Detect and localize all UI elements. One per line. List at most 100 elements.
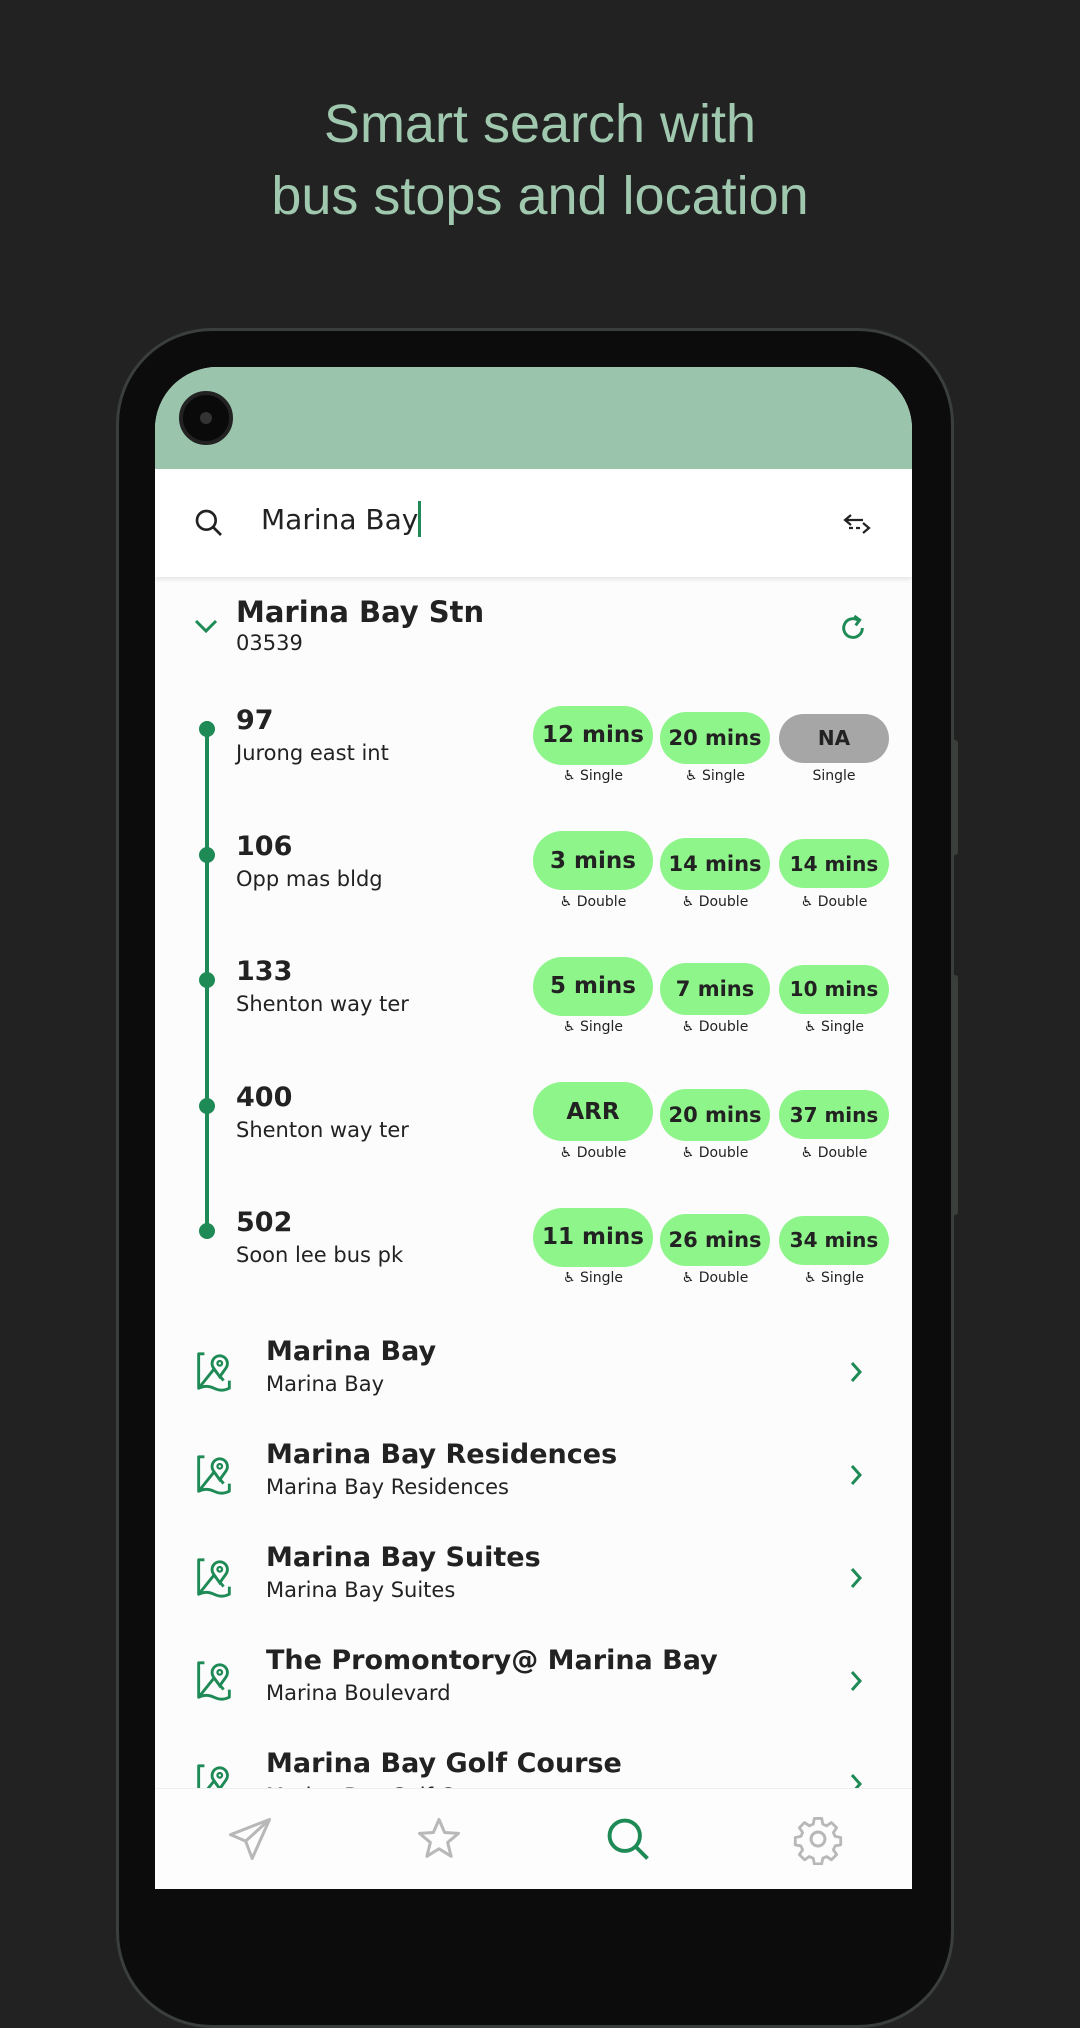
wheelchair-icon: ♿︎	[684, 768, 702, 784]
nav-gear-icon[interactable]	[792, 1813, 844, 1865]
bus-type: Single	[579, 768, 624, 784]
bus-type-label: ♿︎ Single	[533, 1019, 653, 1035]
wheelchair-icon: ♿︎	[562, 1270, 580, 1286]
bus-type-label: ♿︎ Single	[655, 768, 775, 784]
status-bar	[155, 367, 912, 469]
wheelchair-icon: ♿︎	[681, 1144, 699, 1161]
route-dot	[199, 721, 215, 737]
arrival-pill: 7 mins	[660, 963, 770, 1015]
bus-type: Single	[812, 768, 856, 784]
service-row[interactable]: 97 Jurong east int 12 mins ♿︎ Single 20 mi…	[155, 705, 912, 838]
wheelchair-icon: ♿︎	[562, 1019, 580, 1035]
map-pin-icon	[197, 1661, 231, 1701]
text-caret	[418, 501, 422, 537]
bus-type: Single	[820, 1019, 865, 1035]
wheelchair-icon: ♿︎	[562, 768, 580, 784]
bus-type: Double	[698, 1019, 749, 1035]
bus-type: Double	[576, 893, 627, 910]
nav-search-icon[interactable]	[602, 1813, 654, 1865]
volume-button	[952, 740, 958, 855]
search-value: Marina Bay	[261, 503, 419, 536]
search-input[interactable]: Marina Bay	[261, 501, 422, 537]
chevron-down-icon[interactable]	[192, 617, 220, 637]
service-row[interactable]: 502 Soon lee bus pk 11 mins ♿︎ Single 26 m…	[155, 1207, 912, 1340]
arrival-pill: 14 mins	[779, 839, 889, 888]
arrival-pill: 14 mins	[660, 837, 770, 890]
bus-type-label: ♿︎ Double	[533, 1145, 653, 1161]
service-destination: Opp mas bldg	[236, 866, 383, 891]
place-title: Marina Bay Golf Course	[266, 1748, 622, 1779]
nav-star-icon[interactable]	[413, 1813, 465, 1865]
service-row[interactable]: 133 Shenton way ter 5 mins ♿︎ Single 7 min…	[155, 956, 912, 1089]
place-subtitle: Marina Bay	[266, 1372, 385, 1396]
place-title: Marina Bay Residences	[266, 1439, 618, 1470]
place-subtitle: Marina Boulevard	[266, 1681, 451, 1705]
service-number: 502	[236, 1207, 293, 1238]
bus-type-label: Single	[774, 768, 894, 784]
bus-type: Single	[701, 768, 746, 784]
bus-type-label: ♿︎ Double	[655, 894, 775, 910]
wheelchair-icon: ♿︎	[681, 1019, 699, 1035]
place-item[interactable]: Marina Bay Residences Marina Bay Residen…	[155, 1439, 912, 1542]
nav-send-icon[interactable]	[224, 1813, 276, 1865]
power-button	[952, 975, 958, 1215]
bus-type-label: ♿︎ Double	[655, 1145, 775, 1161]
bus-type: Double	[576, 1144, 627, 1161]
bus-type-label: ♿︎ Double	[774, 894, 894, 910]
place-item[interactable]: Marina Bay Suites Marina Bay Suites	[155, 1542, 912, 1645]
chevron-right-icon[interactable]	[847, 1461, 865, 1489]
stop-name: Marina Bay Stn	[236, 595, 485, 629]
wheelchair-icon: ♿︎	[800, 1144, 818, 1161]
arrival-pill: 34 mins	[779, 1215, 889, 1265]
bus-type-label: ♿︎ Single	[774, 1019, 894, 1035]
service-destination: Jurong east int	[236, 741, 389, 765]
service-destination: Shenton way ter	[236, 992, 409, 1016]
service-row[interactable]: 106 Opp mas bldg 3 mins ♿︎ Double 14 mins …	[155, 831, 912, 964]
headline-line-2: bus stops and location	[271, 166, 809, 226]
stop-code: 03539	[236, 631, 303, 655]
chevron-right-icon[interactable]	[847, 1358, 865, 1386]
map-pin-icon	[197, 1455, 231, 1495]
arrival-pill: NA	[779, 713, 889, 763]
service-number: 106	[236, 830, 293, 862]
service-row[interactable]: 400 Shenton way ter ARR ♿︎ Double 20 mins …	[155, 1082, 912, 1215]
wheelchair-icon: ♿︎	[681, 1270, 699, 1286]
arrival-pill: 10 mins	[779, 964, 889, 1014]
route-dot	[199, 972, 215, 988]
bus-type: Double	[817, 893, 868, 910]
app-screen: Marina Bay Marina Bay Stn 03539 97 Juron…	[155, 367, 912, 1889]
place-item[interactable]: The Promontory@ Marina Bay Marina Boulev…	[155, 1645, 912, 1748]
wheelchair-icon: ♿︎	[559, 893, 577, 910]
place-title: Marina Bay Suites	[266, 1542, 541, 1573]
bus-type-label: ♿︎ Double	[774, 1145, 894, 1161]
bus-type: Double	[698, 1270, 749, 1286]
service-number: 97	[236, 705, 274, 736]
service-number: 133	[236, 956, 293, 987]
place-subtitle: Marina Bay Suites	[266, 1578, 456, 1602]
service-destination: Shenton way ter	[236, 1117, 409, 1142]
bus-type-label: ♿︎ Double	[655, 1019, 775, 1035]
chevron-right-icon[interactable]	[847, 1564, 865, 1592]
service-destination: Soon lee bus pk	[236, 1243, 404, 1267]
bus-type: Single	[820, 1270, 865, 1286]
swap-icon[interactable]	[841, 509, 873, 537]
bus-type: Double	[698, 893, 749, 910]
search-bar[interactable]: Marina Bay	[155, 469, 912, 577]
arrival-pill: 20 mins	[660, 712, 770, 764]
bus-type: Single	[579, 1019, 624, 1035]
bus-type-label: ♿︎ Single	[774, 1270, 894, 1286]
bus-type-label: ♿︎ Double	[655, 1270, 775, 1286]
chevron-right-icon[interactable]	[847, 1667, 865, 1695]
refresh-icon[interactable]	[837, 611, 869, 645]
route-dot	[199, 1097, 215, 1114]
search-icon	[195, 509, 222, 536]
wheelchair-icon: ♿︎	[803, 1019, 821, 1035]
headline: Smart search with bus stops and location	[0, 88, 1080, 232]
place-item[interactable]: Marina Bay Marina Bay	[155, 1336, 912, 1439]
place-title: Marina Bay	[266, 1336, 437, 1367]
arrival-pill: 12 mins	[533, 705, 653, 765]
bus-type: Single	[579, 1270, 624, 1286]
arrival-pill: 26 mins	[660, 1214, 770, 1266]
wheelchair-icon: ♿︎	[681, 893, 699, 910]
arrival-pill: 37 mins	[779, 1090, 889, 1139]
